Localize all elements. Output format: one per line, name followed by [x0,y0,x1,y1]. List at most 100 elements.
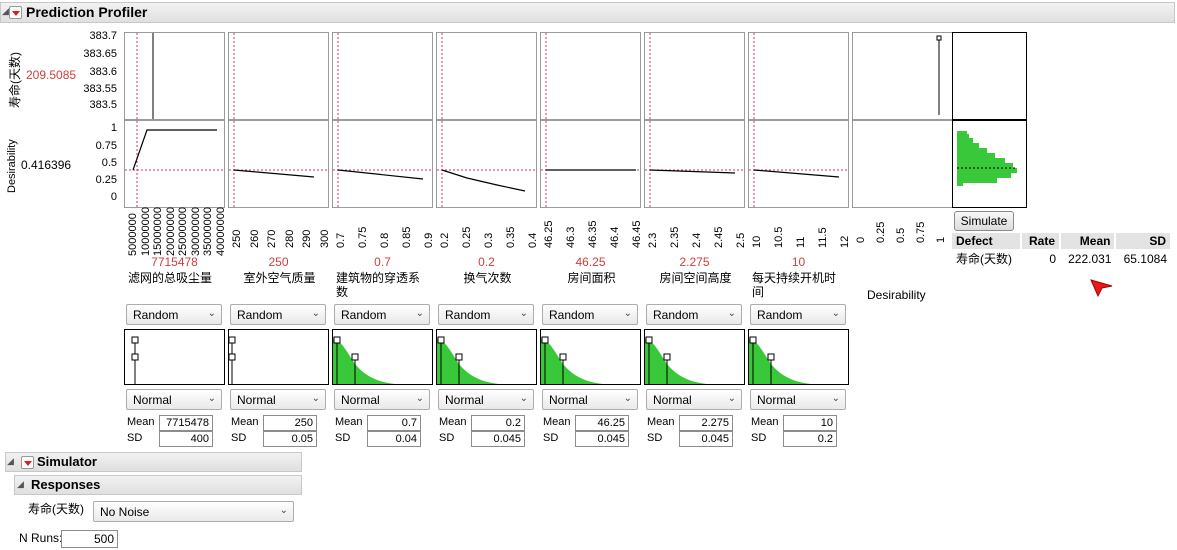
mean-input[interactable]: 0.2 [471,415,525,431]
desirability-function-panel[interactable] [852,120,953,208]
distribution-select[interactable]: Normal ⌄ [334,389,430,410]
mean-input[interactable]: 0.7 [367,415,421,431]
factor-current-value[interactable]: 46.25 [540,255,641,269]
collapse-triangle-icon[interactable]: ◢ [7,456,14,467]
factor-name: 每天持续开机时间 [752,271,837,299]
sd-input[interactable]: 0.04 [367,431,421,447]
mean-label: Mean [543,416,571,428]
distribution-panel[interactable] [124,329,225,385]
factor-type-select[interactable]: Random ⌄ [750,304,846,325]
response-axis-label: 寿命(天数) [8,52,22,108]
response-profile-panel[interactable] [540,32,641,120]
factor-type-value: Random [757,308,803,322]
cursor-arrow-icon [1090,279,1113,298]
chevron-down-icon: ⌄ [279,505,288,516]
factor-tick-label: 46.4 [609,226,621,248]
factor-tick-label: 280 [283,229,296,248]
distribution-select[interactable]: Normal ⌄ [438,389,534,410]
rate-cell: 0 [1049,251,1056,266]
factor-tick-label: 10 [751,235,763,248]
response-tick-label: 383.55 [83,83,117,95]
mean-input[interactable]: 46.25 [575,415,629,431]
response-profile-panel[interactable] [748,32,849,120]
collapse-triangle-icon[interactable]: ◢ [17,479,24,490]
desirability-profile-panel[interactable] [436,120,537,208]
desirability-profile-panel[interactable] [332,120,433,208]
factor-tick-label: 2.45 [713,226,725,248]
desirability-profile-panel[interactable] [228,120,329,208]
factor-tick-label: 5000000 [127,213,139,256]
distribution-select[interactable]: Normal ⌄ [750,389,846,410]
desirability-tick-label: 0.75 [95,140,117,152]
factor-current-value[interactable]: 0.2 [436,255,537,269]
sd-label: SD [127,432,143,444]
factor-tick-label: 12 [839,235,851,248]
sd-input[interactable]: 0.2 [783,431,837,447]
sd-input[interactable]: 0.05 [263,431,317,447]
distribution-panel[interactable] [540,329,641,385]
response-current-value: 209.5085 [26,68,77,82]
desirability-response-panel [952,32,1027,120]
desirability-x-tick: 0.25 [875,221,887,243]
sd-input[interactable]: 0.045 [679,431,733,447]
distribution-select[interactable]: Normal ⌄ [542,389,638,410]
mean-label: Mean [647,416,675,428]
factor-type-select[interactable]: Random ⌄ [334,304,430,325]
chevron-down-icon: ⌄ [207,308,216,319]
factor-current-value[interactable]: 250 [228,255,329,269]
red-triangle-menu-icon[interactable] [9,6,22,19]
response-profile-panel[interactable] [644,32,745,120]
collapse-triangle-icon[interactable]: ◢ [2,6,9,17]
factor-type-value: Random [445,308,491,322]
factor-current-value[interactable]: 2.275 [644,255,745,269]
mean-input[interactable]: 2.275 [679,415,733,431]
factor-tick-label: 0.75 [357,226,369,248]
mean-input[interactable]: 7715478 [159,415,213,431]
desirability-profile-panel[interactable] [644,120,745,208]
factor-type-select[interactable]: Random ⌄ [230,304,326,325]
factor-current-value[interactable]: 0.7 [332,255,433,269]
response-profile-panel[interactable] [436,32,537,120]
nruns-input[interactable]: 500 [61,530,118,548]
noise-select[interactable]: No Noise ⌄ [93,501,294,522]
distribution-panel[interactable] [644,329,745,385]
factor-type-select[interactable]: Random ⌄ [646,304,742,325]
response-profile-panel[interactable] [332,32,433,120]
distribution-panel[interactable] [436,329,537,385]
factor-current-value[interactable]: 10 [748,255,849,269]
distribution-select[interactable]: Normal ⌄ [126,389,222,410]
response-profile-panel[interactable] [228,32,329,120]
simulator-header: ◢ Simulator [5,452,302,472]
sd-input[interactable]: 400 [159,431,213,447]
simulator-title: Simulator [37,454,97,469]
factor-current-value[interactable]: 7715478 [124,255,225,269]
mean-input[interactable]: 250 [263,415,317,431]
response-profile-panel[interactable] [124,32,225,120]
distribution-panel[interactable] [748,329,849,385]
simulator-menu-icon[interactable] [21,456,34,469]
desirability-profile-panel[interactable] [748,120,849,208]
factor-type-select[interactable]: Random ⌄ [126,304,222,325]
sd-input[interactable]: 0.045 [471,431,525,447]
sd-header: SD [1115,233,1172,249]
factor-tick-label: 11.5 [817,227,829,248]
distribution-panel[interactable] [228,329,329,385]
desirability-profile-panel[interactable] [540,120,641,208]
sd-label: SD [647,432,663,444]
chevron-down-icon: ⌄ [727,308,736,319]
factor-type-select[interactable]: Random ⌄ [542,304,638,325]
factor-tick-label: 250 [231,229,243,248]
response-tick-label: 383.65 [83,48,117,60]
sd-input[interactable]: 0.045 [575,431,629,447]
simulate-button[interactable]: Simulate [954,211,1014,231]
response-tick-label: 383.6 [89,66,117,78]
factor-type-select[interactable]: Random ⌄ [438,304,534,325]
distribution-select[interactable]: Normal ⌄ [230,389,326,410]
defect-header: Defect [952,233,1023,249]
distribution-panel[interactable] [332,329,433,385]
desirability-profile-panel[interactable] [124,120,225,208]
factor-tick-label: 46.25 [543,220,555,248]
mean-input[interactable]: 10 [783,415,837,431]
distribution-select[interactable]: Normal ⌄ [646,389,742,410]
response-desirability-panel[interactable] [852,32,953,120]
